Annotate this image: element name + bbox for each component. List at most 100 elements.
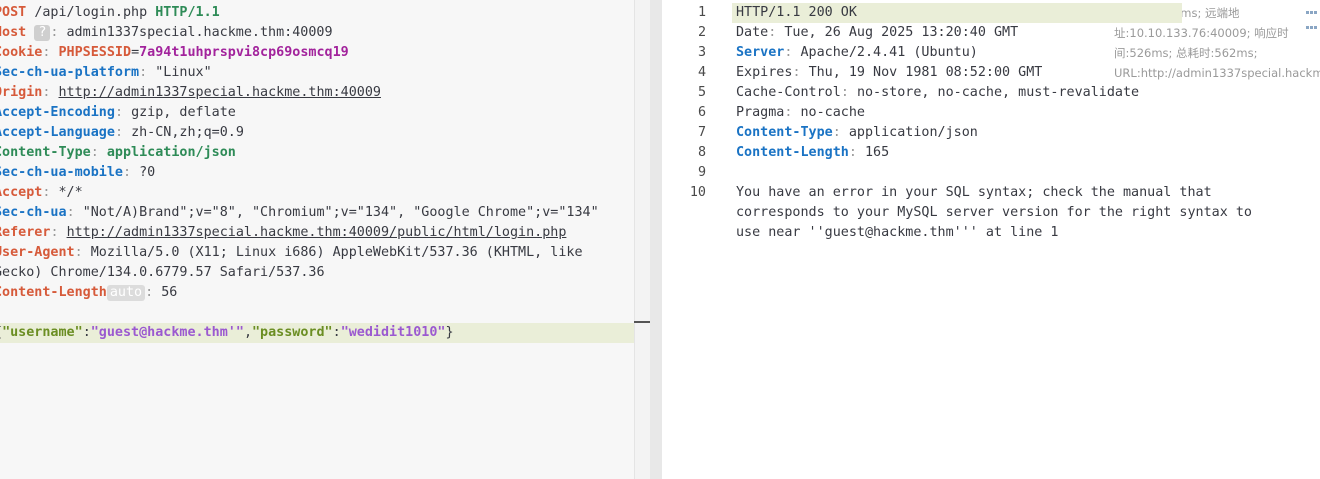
response-line[interactable]: Content-Type: application/json <box>736 123 978 143</box>
response-line[interactable]: Cache-Control: no-store, no-cache, must-… <box>736 83 1139 103</box>
request-line[interactable]: Host ?: admin1337special.hackme.thm:4000… <box>0 23 333 43</box>
response-pane[interactable]: DNS耗时:29ms; 远端地址:10.10.133.76:40009; 响应时… <box>662 0 1320 479</box>
header-name: Sec-ch-ua <box>0 205 67 220</box>
response-line[interactable]: Date: Tue, 26 Aug 2025 13:20:40 GMT <box>736 23 1018 43</box>
auto-badge[interactable]: auto <box>106 285 146 301</box>
request-line[interactable]: Sec-ch-ua: "Not/A)Brand";v="8", "Chromiu… <box>0 203 599 223</box>
header-value: Mozilla/5.0 (X11; Linux i686) AppleWebKi… <box>90 245 583 260</box>
header-value: ?0 <box>139 165 156 180</box>
line-number: 3 <box>697 45 706 60</box>
pane-divider[interactable] <box>650 0 662 479</box>
header-separator: : <box>840 85 857 100</box>
response-line[interactable]: Content-Length: 165 <box>736 143 889 163</box>
header-name: Referer <box>0 225 51 240</box>
request-line[interactable]: {"username":"guest@hackme.thm'","passwor… <box>0 323 634 343</box>
header-name: Accept <box>0 185 43 200</box>
response-text: use near ''guest@hackme.thm''' at line 1 <box>736 225 1059 240</box>
request-method: POST <box>0 5 27 20</box>
request-line[interactable]: Content-Length auto: 56 <box>0 283 177 303</box>
line-number: 5 <box>697 85 706 100</box>
json-key-password: "password" <box>252 325 333 340</box>
header-name: Sec-ch-ua-mobile <box>0 165 123 180</box>
request-line[interactable]: Cookie: PHPSESSID=7a94t1uhprspvi8cp69osm… <box>0 43 349 63</box>
header-separator: : <box>42 45 59 60</box>
header-value: http://admin1337special.hackme.thm:40009 <box>58 85 381 100</box>
response-line[interactable]: Pragma: no-cache <box>736 103 865 123</box>
header-separator: : <box>66 205 83 220</box>
json-colon: : <box>332 325 341 340</box>
header-name: Origin <box>0 85 43 100</box>
header-name: Server <box>736 45 785 60</box>
request-line[interactable]: Content-Type: application/json <box>0 143 236 163</box>
header-separator: : <box>848 145 865 160</box>
response-text: corresponds to your MySQL server version… <box>736 205 1252 220</box>
header-value: application/json <box>106 145 236 160</box>
header-separator: : <box>74 245 91 260</box>
grid-icon[interactable] <box>1306 4 1318 29</box>
request-line[interactable]: Sec-ch-ua-mobile: ?0 <box>0 163 155 183</box>
header-separator: : <box>792 65 809 80</box>
header-name: Content-Type <box>0 145 91 160</box>
request-line[interactable]: POST /api/login.php HTTP/1.1 <box>0 3 220 23</box>
request-line[interactable]: Accept-Language: zh-CN,zh;q=0.9 <box>0 123 244 143</box>
response-line[interactable]: Server: Apache/2.4.41 (Ubuntu) <box>736 43 978 63</box>
request-scrollbar[interactable] <box>634 0 650 479</box>
header-value: zh-CN,zh;q=0.9 <box>131 125 244 140</box>
request-line[interactable]: Origin: http://admin1337special.hackme.t… <box>0 83 381 103</box>
header-separator: : <box>50 25 67 40</box>
header-name: Pragma <box>736 105 785 120</box>
response-line[interactable]: You have an error in your SQL syntax; ch… <box>736 183 1212 203</box>
request-pane[interactable]: POST /api/login.php HTTP/1.1Host ?: admi… <box>0 0 650 479</box>
json-brace: } <box>445 325 454 340</box>
header-name: Host <box>0 25 27 40</box>
host-hint-badge[interactable]: ? <box>34 25 51 41</box>
header-value: application/json <box>848 125 978 140</box>
response-line[interactable]: HTTP/1.1 200 OK <box>736 3 857 23</box>
header-name: User-Agent <box>0 245 75 260</box>
line-number <box>662 223 706 243</box>
header-separator: : <box>123 165 140 180</box>
cookie-name: PHPSESSID <box>58 45 132 60</box>
request-line[interactable]: Accept-Encoding: gzip, deflate <box>0 103 236 123</box>
request-line[interactable]: User-Agent: Mozilla/5.0 (X11; Linux i686… <box>0 243 583 263</box>
response-line[interactable]: Expires: Thu, 19 Nov 1981 08:52:00 GMT <box>736 63 1042 83</box>
line-number <box>662 203 706 223</box>
header-value-continued: Gecko) Chrome/134.0.6779.57 Safari/537.3… <box>0 265 325 280</box>
request-line[interactable]: Referer: http://admin1337special.hackme.… <box>0 223 566 243</box>
header-name: Content-Length <box>736 145 849 160</box>
line-number: 4 <box>697 65 706 80</box>
line-number: 8 <box>697 145 706 160</box>
response-text: HTTP/1.1 200 OK <box>736 5 857 20</box>
header-separator: : <box>42 185 59 200</box>
header-value: "Not/A)Brand";v="8", "Chromium";v="134",… <box>82 205 599 220</box>
json-key-username: "username" <box>2 325 83 340</box>
header-separator: : <box>768 25 785 40</box>
header-value: Tue, 26 Aug 2025 13:20:40 GMT <box>784 25 1019 40</box>
header-name: Cache-Control <box>736 85 841 100</box>
request-path: /api/login.php <box>34 5 148 20</box>
header-separator: : <box>90 145 107 160</box>
json-value-username: "guest@hackme.thm'" <box>90 325 244 340</box>
request-line[interactable]: Sec-ch-ua-platform: "Linux" <box>0 63 212 83</box>
response-line[interactable]: corresponds to your MySQL server version… <box>736 203 1252 223</box>
header-value: */* <box>58 185 83 200</box>
request-scroll-thumb[interactable] <box>634 321 650 323</box>
header-value: no-store, no-cache, must-revalidate <box>856 85 1140 100</box>
header-name: Cookie <box>0 45 43 60</box>
header-separator: : <box>784 105 801 120</box>
header-value: 165 <box>865 145 890 160</box>
request-line[interactable]: Accept: */* <box>0 183 83 203</box>
cookie-value: 7a94t1uhprspvi8cp69osmcq19 <box>139 45 349 60</box>
request-line[interactable]: Gecko) Chrome/134.0.6779.57 Safari/537.3… <box>0 263 325 283</box>
line-number: 6 <box>697 105 706 120</box>
header-separator: : <box>50 225 67 240</box>
json-value-password: "wedidit1010" <box>340 325 446 340</box>
header-name: Accept-Encoding <box>0 105 115 120</box>
request-protocol: HTTP/1.1 <box>155 5 220 20</box>
header-name: Sec-ch-ua-platform <box>0 65 140 80</box>
line-number: 1 <box>697 5 706 20</box>
header-value: Thu, 19 Nov 1981 08:52:00 GMT <box>808 65 1043 80</box>
header-separator: : <box>145 285 162 300</box>
response-line[interactable]: use near ''guest@hackme.thm''' at line 1 <box>736 223 1058 243</box>
header-name: Content-Length <box>0 285 107 300</box>
